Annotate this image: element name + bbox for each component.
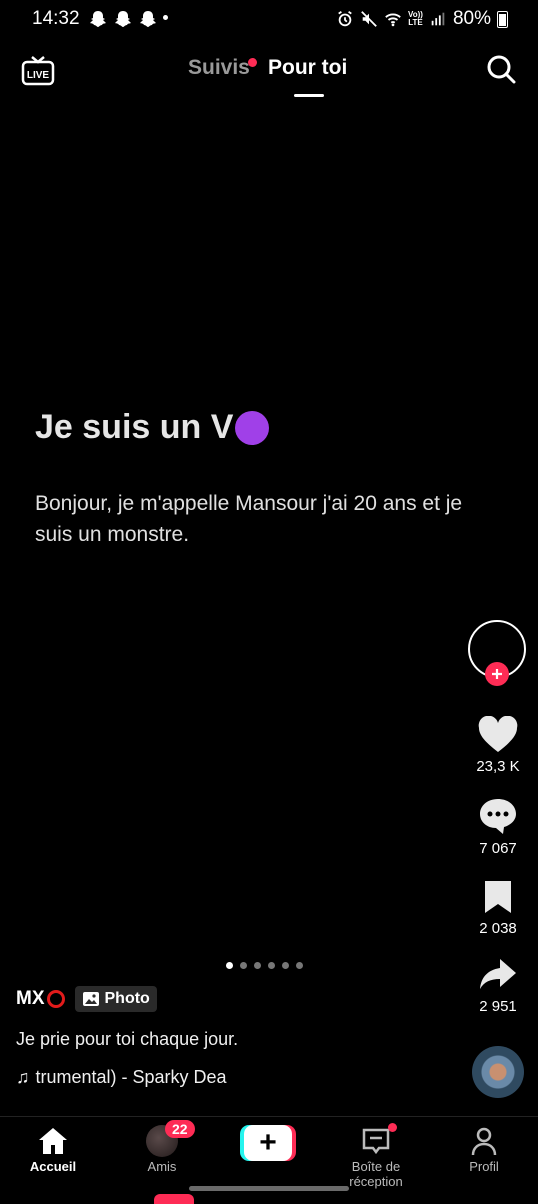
comment-button[interactable]: 7 067 — [458, 796, 538, 857]
plus-icon: + — [244, 1125, 292, 1161]
carousel-dot — [254, 962, 261, 969]
notification-icons — [88, 9, 158, 29]
inbox-notification-dot — [388, 1123, 397, 1132]
red-circle-emoji — [46, 990, 65, 1008]
nav-friends[interactable]: 22 Amis — [117, 1120, 207, 1174]
purple-circle-emoji — [235, 410, 270, 445]
follow-button[interactable] — [485, 662, 509, 686]
home-icon — [39, 1128, 67, 1154]
nav-home[interactable]: Accueil — [8, 1125, 98, 1174]
image-icon — [82, 992, 99, 1006]
following-notification-dot — [248, 58, 257, 67]
alarm-icon — [338, 11, 352, 27]
search-icon — [487, 55, 516, 84]
peek-badge — [154, 1194, 194, 1204]
music-note-icon: ♫ — [16, 1067, 30, 1087]
nav-profile[interactable]: Profil — [439, 1125, 529, 1174]
home-indicator[interactable] — [189, 1186, 349, 1191]
volte-bottom: LTE — [408, 18, 423, 27]
status-bar: 14:32 Vo)) LTE 80% — [0, 0, 538, 38]
like-count: 23,3 K — [476, 758, 520, 775]
more-notifications-dot — [163, 15, 168, 20]
carousel-dot — [296, 962, 303, 969]
carousel-dot — [282, 962, 289, 969]
music-title: trumental) - Sparky Dea — [35, 1067, 227, 1087]
author-name[interactable]: MX — [16, 988, 45, 1010]
nav-inbox[interactable]: Boîte de réception — [331, 1123, 421, 1189]
mute-icon — [361, 11, 377, 27]
snapchat-icon — [115, 11, 131, 27]
like-button[interactable]: 23,3 K — [458, 716, 538, 775]
heart-icon — [478, 716, 518, 752]
photo-badge-label: Photo — [104, 990, 150, 1007]
post-caption[interactable]: Je prie pour toi chaque jour. — [16, 1029, 238, 1050]
tab-following[interactable]: Suivis — [188, 56, 250, 80]
nav-friends-label: Amis — [147, 1159, 177, 1174]
active-tab-indicator — [294, 94, 324, 97]
wifi-icon — [385, 13, 401, 27]
save-button[interactable]: 2 038 — [458, 878, 538, 937]
live-button[interactable]: LIVE — [20, 53, 56, 94]
inbox-icon — [362, 1128, 390, 1155]
bookmark-icon — [485, 881, 511, 913]
carousel-dots — [226, 962, 303, 969]
post-title: Je suis un V — [35, 408, 270, 447]
music-disc[interactable] — [472, 1046, 524, 1098]
music-track[interactable]: ♫ trumental) - Sparky Dea — [16, 1067, 227, 1088]
battery-icon — [497, 10, 508, 28]
save-count: 2 038 — [479, 920, 517, 937]
share-button[interactable]: 2 951 — [458, 956, 538, 1015]
status-time: 14:32 — [32, 8, 80, 29]
system-indicators: Vo)) LTE 80% — [336, 8, 508, 30]
post-title-text: Je suis un V — [35, 408, 234, 446]
carousel-dot — [240, 962, 247, 969]
volte-indicator: Vo)) LTE — [408, 11, 423, 27]
snapchat-icon — [140, 11, 156, 27]
tab-for-you[interactable]: Pour toi — [268, 56, 347, 80]
snapchat-icon — [90, 11, 106, 27]
battery-percent: 80% — [452, 8, 491, 29]
nav-inbox-label: Boîte de réception — [349, 1159, 403, 1189]
comment-count: 7 067 — [479, 840, 517, 857]
carousel-dot — [226, 962, 233, 969]
photo-badge: Photo — [74, 986, 157, 1012]
share-count: 2 951 — [479, 998, 517, 1015]
carousel-dot — [268, 962, 275, 969]
plus-icon — [492, 669, 502, 679]
nav-home-label: Accueil — [29, 1159, 77, 1174]
profile-icon — [471, 1127, 497, 1156]
share-arrow-icon — [480, 959, 516, 989]
live-label: LIVE — [27, 70, 50, 81]
live-tv-icon: LIVE — [21, 56, 55, 86]
friends-badge: 22 — [165, 1120, 195, 1138]
nav-profile-label: Profil — [469, 1159, 499, 1174]
author-row: MX Photo — [16, 986, 157, 1012]
signal-icon — [431, 12, 445, 26]
comment-icon — [480, 799, 516, 834]
search-button[interactable] — [484, 52, 518, 91]
post-body: Bonjour, je m'appelle Mansour j'ai 20 an… — [35, 492, 463, 546]
create-button[interactable]: + — [240, 1125, 296, 1161]
top-nav: LIVE Suivis Pour toi — [0, 50, 538, 100]
